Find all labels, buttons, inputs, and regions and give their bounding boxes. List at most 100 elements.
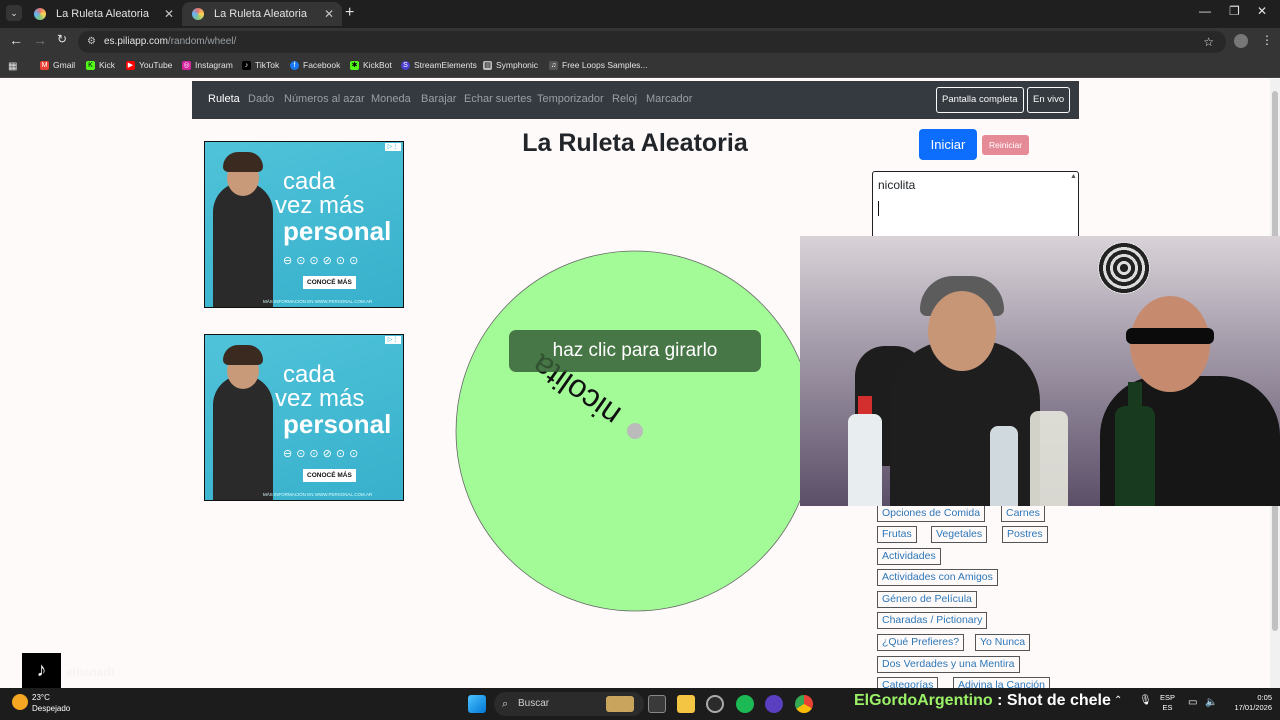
preset-carnes[interactable]: Carnes: [1001, 505, 1045, 522]
close-window-button[interactable]: ✕: [1257, 4, 1267, 18]
live-mode-button[interactable]: En vivo: [1027, 87, 1071, 113]
taskbar-search[interactable]: ⌕ Buscar: [494, 692, 644, 716]
bookmark-kickbot[interactable]: ✱ KickBot: [350, 60, 392, 70]
preset-genero-de-pelicula[interactable]: Género de Película: [877, 591, 977, 608]
bookmark-symphonic[interactable]: ▤ Symphonic: [483, 60, 538, 70]
chrome-icon[interactable]: [795, 695, 813, 713]
bookmark-tiktok[interactable]: ♪ TikTok: [242, 60, 279, 70]
ad-choices-icon[interactable]: ▷⋮: [385, 143, 401, 151]
advertisement-banner[interactable]: cada vez más personal ⊖⊙⊙⊘⊙⊙ CONOCÉ MÁS …: [204, 334, 404, 501]
weather-widget[interactable]: 23°C Despejado: [12, 692, 70, 714]
apps-grid-icon[interactable]: ▦: [8, 61, 17, 72]
profile-avatar[interactable]: [1234, 34, 1248, 48]
microphone-icon[interactable]: 🎙: [1139, 695, 1152, 706]
ad-choices-icon[interactable]: ▷⋮: [385, 336, 401, 344]
youtube-icon: ▶: [126, 61, 135, 70]
back-button[interactable]: ←: [9, 32, 23, 48]
preset-actividades[interactable]: Actividades: [877, 548, 941, 565]
bookmark-star-icon[interactable]: ☆: [1203, 31, 1214, 53]
forward-button[interactable]: →: [33, 32, 47, 48]
browser-tab-2-active[interactable]: La Ruleta Aleatoria ✕: [182, 2, 342, 26]
nav-temporizador[interactable]: Temporizador: [537, 93, 604, 105]
spotify-icon[interactable]: [736, 695, 754, 713]
search-placeholder: Buscar: [518, 698, 550, 709]
system-tray[interactable]: ⌃ 🎙: [1114, 695, 1152, 706]
bottle: [990, 426, 1018, 506]
preset-vegetales[interactable]: Vegetales: [931, 526, 988, 543]
start-button[interactable]: Iniciar: [919, 129, 977, 160]
obs-icon[interactable]: [765, 695, 783, 713]
task-view-icon[interactable]: [648, 695, 666, 713]
ad-cta-button[interactable]: CONOCÉ MÁS: [303, 469, 356, 482]
reload-button[interactable]: ↻: [57, 32, 67, 46]
page-title: La Ruleta Aleatoria: [522, 129, 748, 157]
ad-cta-button[interactable]: CONOCÉ MÁS: [303, 276, 356, 289]
file-explorer-icon[interactable]: [677, 695, 695, 713]
clock[interactable]: 0:05 17/01/2026: [1222, 693, 1272, 713]
preset-frutas[interactable]: Frutas: [877, 526, 917, 543]
ad-model-image: [213, 182, 273, 307]
nav-dado[interactable]: Dado: [248, 93, 274, 105]
restore-button[interactable]: ❐: [1229, 4, 1240, 18]
ad-feature-icons: ⊖⊙⊙⊘⊙⊙: [283, 448, 363, 460]
preset-adivina-la-cancion[interactable]: Adivina la Canción: [953, 677, 1050, 688]
bookmark-facebook[interactable]: f Facebook: [290, 60, 340, 70]
search-icon: ⌕: [502, 698, 509, 710]
minimize-button[interactable]: —: [1199, 4, 1211, 18]
github-desktop-icon[interactable]: [706, 695, 724, 713]
preset-dos-verdades[interactable]: Dos Verdades y una Mentira: [877, 656, 1020, 673]
advertisement-banner[interactable]: cada vez más personal ⊖⊙⊙⊘⊙⊙ CONOCÉ MÁS …: [204, 141, 404, 308]
preset-que-prefieres[interactable]: ¿Qué Prefieres?: [877, 634, 965, 651]
browser-tab-1[interactable]: La Ruleta Aleatoria ✕: [24, 2, 182, 26]
site-info-icon[interactable]: ⚙: [87, 31, 96, 53]
bookmark-instagram[interactable]: ◎ Instagram: [182, 60, 233, 70]
spin-wheel[interactable]: nicolita: [455, 250, 815, 612]
ad-headline-3: personal: [283, 409, 392, 439]
close-tab-icon[interactable]: ✕: [324, 2, 334, 26]
new-tab-button[interactable]: +: [345, 4, 354, 22]
fullscreen-button[interactable]: Pantalla completa: [936, 87, 1024, 113]
preset-charadas-pictionary[interactable]: Charadas / Pictionary: [877, 612, 988, 629]
preset-yo-nunca[interactable]: Yo Nunca: [975, 634, 1031, 651]
clock-date: 17/01/2026: [1234, 703, 1272, 712]
browser-menu-icon[interactable]: ⋮: [1261, 33, 1273, 47]
bookmark-free-loops[interactable]: ♫ Free Loops Samples...: [549, 60, 648, 70]
tiktok-icon: ♪: [242, 61, 251, 70]
windows-start-icon[interactable]: [468, 695, 486, 713]
spin-prompt-button[interactable]: haz clic para girarlo: [509, 330, 761, 372]
bottle: [848, 414, 882, 506]
preset-opciones-de-comida[interactable]: Opciones de Comida: [877, 505, 986, 522]
preset-actividades-con-amigos[interactable]: Actividades con Amigos: [877, 569, 998, 586]
ad-headline-1: cada: [283, 168, 336, 195]
free-loops-icon: ♫: [549, 61, 558, 70]
bookmark-youtube[interactable]: ▶ YouTube: [126, 60, 172, 70]
close-tab-icon[interactable]: ✕: [164, 2, 174, 26]
nav-ruleta[interactable]: Ruleta: [208, 93, 240, 105]
bookmark-streamelements[interactable]: S StreamElements: [401, 60, 477, 70]
nav-echar-suertes[interactable]: Echar suertes: [464, 93, 532, 105]
nav-numeros-al-azar[interactable]: Números al azar: [284, 93, 365, 105]
preset-postres[interactable]: Postres: [1002, 526, 1048, 543]
nav-reloj[interactable]: Reloj: [612, 93, 637, 105]
address-bar[interactable]: ⚙ es.piliapp.com/random/wheel/ ☆: [78, 31, 1226, 53]
bookmark-gmail[interactable]: M Gmail: [40, 60, 75, 70]
wheel-favicon-icon: [192, 8, 204, 20]
tab-search-button[interactable]: ⌄: [6, 5, 22, 21]
reset-button[interactable]: Reiniciar: [982, 135, 1029, 155]
show-hidden-icons[interactable]: ⌃: [1114, 695, 1122, 706]
bottle: [1030, 411, 1068, 506]
bookmark-kick[interactable]: K Kick: [86, 60, 115, 70]
preset-categorias[interactable]: Categorías: [877, 677, 939, 688]
volume-icon[interactable]: 🔈: [1205, 697, 1217, 708]
network-icon[interactable]: ▭: [1188, 697, 1197, 708]
nav-moneda[interactable]: Moneda: [371, 93, 411, 105]
textarea-scroll-up-icon[interactable]: ▲: [1070, 173, 1077, 180]
symphonic-icon: ▤: [483, 61, 492, 70]
language-indicator[interactable]: ESP ES: [1160, 693, 1175, 713]
nav-barajar[interactable]: Barajar: [421, 93, 456, 105]
sunglasses: [1126, 328, 1214, 344]
ad-model-image: [213, 375, 273, 500]
webcam-overlay: [800, 236, 1280, 506]
nav-marcador[interactable]: Marcador: [646, 93, 692, 105]
ad-headline-3: personal: [283, 216, 392, 246]
